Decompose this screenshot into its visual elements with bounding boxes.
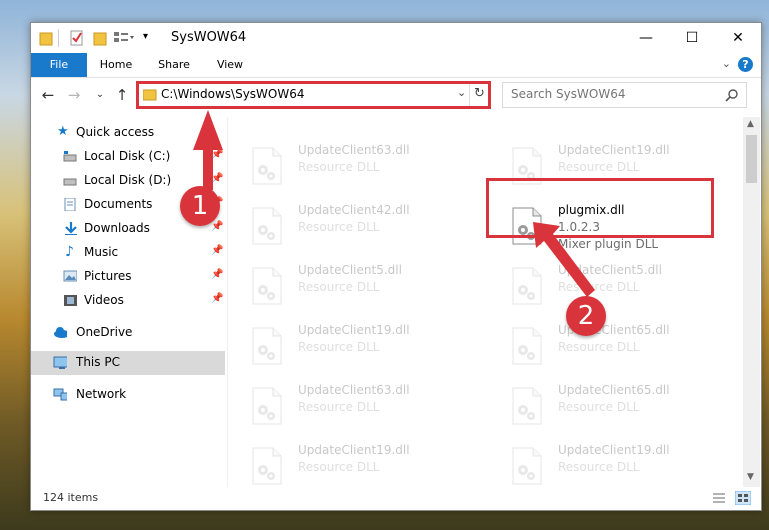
arrow-to-file (533, 222, 595, 297)
step-2-badge: 2 (566, 296, 606, 336)
annotation-arrows (193, 110, 595, 297)
arrow-to-address (193, 110, 223, 190)
step-1-badge: 1 (180, 186, 220, 226)
